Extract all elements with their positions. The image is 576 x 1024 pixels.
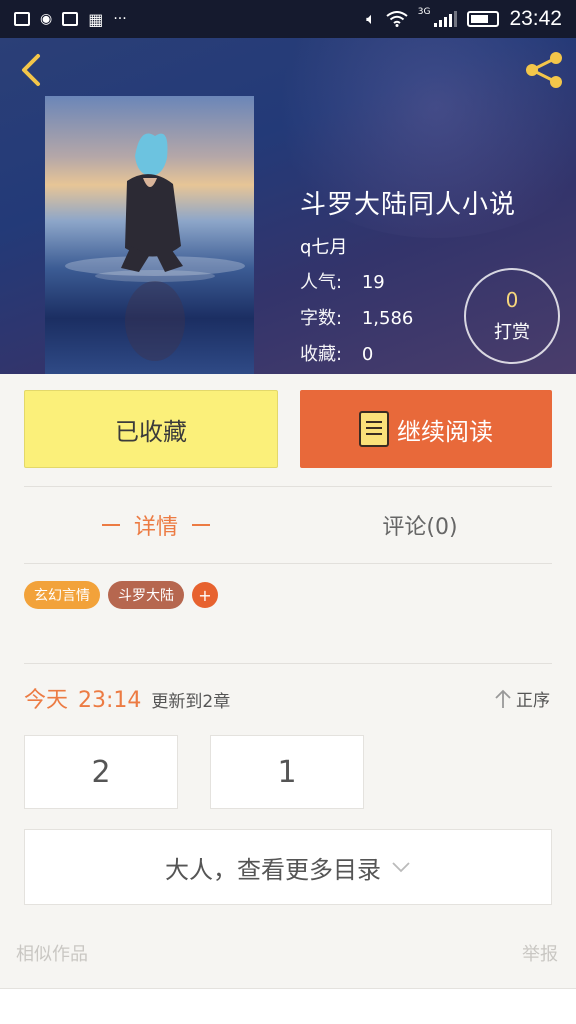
chapter-item[interactable]: 2 [24,735,178,809]
popularity-row: 人气: 19 [300,268,385,294]
tab-dash-right [192,524,210,526]
tab-details-label: 详情 [133,515,178,540]
arrow-up-icon [495,689,511,708]
tag-list: 玄幻言情 斗罗大陆 + [24,581,218,609]
divider [24,663,552,664]
tip-label: 打赏 [494,322,530,343]
tip-count: 0 [505,288,519,312]
chevron-down-icon [392,862,410,873]
update-time: 23:14 [78,688,142,713]
add-tag-button[interactable]: + [192,582,218,608]
tag-douluo[interactable]: 斗罗大陆 [108,581,184,609]
tab-dash-left [101,524,120,526]
book-author[interactable]: q七月 [300,233,347,259]
status-clock: 23:42 [509,7,562,30]
word-count-value: 1,586 [361,308,414,329]
share-icon[interactable] [522,50,566,90]
chapter-item[interactable]: 1 [210,735,364,809]
message-icon: ◉ [40,11,53,27]
divider [24,563,552,564]
tip-button[interactable]: 0 打赏 [464,268,560,364]
book-title: 斗罗大陆同人小说 [300,190,517,220]
popularity-value: 19 [361,272,385,293]
more-catalog-label: 大人，查看更多目录 [165,855,381,884]
tab-comments-label: 评论(0) [382,515,458,540]
tab-details[interactable]: 详情 [24,487,288,563]
book-header: 斗罗大陆同人小说 q七月 人气: 19 字数: 1,586 收藏: 0 0 打赏 [0,38,576,374]
collected-label: 已收藏 [115,417,187,446]
mute-icon: 🔈︎ [366,9,376,28]
favorites-row: 收藏: 0 [300,340,373,366]
more-notifications: ··· [113,11,127,27]
update-info: 今天 23:14 更新到2章 [24,682,230,714]
detail-tabs: 详情 评论(0) [24,487,552,563]
gallery-icon [14,12,30,26]
battery-icon [467,11,500,27]
popularity-label: 人气: [300,272,343,293]
tab-comments[interactable]: 评论(0) [288,487,552,563]
back-icon[interactable] [14,52,50,88]
word-count-label: 字数: [300,308,343,329]
apps-icon: ▦ [88,9,104,29]
report-link[interactable]: 举报 [522,940,558,966]
update-day: 今天 [24,688,69,713]
sort-order-button[interactable]: 正序 [494,686,550,711]
mail-icon [62,12,79,26]
status-bar: ◉ ▦ ··· 🔈︎ 3G 23:42 [0,0,576,38]
book-icon [359,411,389,447]
network-type: 3G [417,7,431,17]
more-catalog-button[interactable]: 大人，查看更多目录 [24,829,552,905]
continue-reading-button[interactable]: 继续阅读 [300,390,552,468]
word-count-row: 字数: 1,586 [300,304,413,330]
similar-works-label: 相似作品 [16,944,88,965]
favorites-value: 0 [361,344,374,365]
bottom-area [0,988,576,1024]
favorites-label: 收藏: [300,344,343,365]
update-text: 更新到2章 [151,692,231,712]
collected-button[interactable]: 已收藏 [24,390,278,468]
sort-order-label: 正序 [516,691,550,711]
tag-fantasy-romance[interactable]: 玄幻言情 [24,581,100,609]
continue-reading-label: 继续阅读 [397,417,493,446]
book-cover-image[interactable] [45,96,254,374]
signal-icon [434,11,458,27]
wifi-icon [386,11,408,27]
